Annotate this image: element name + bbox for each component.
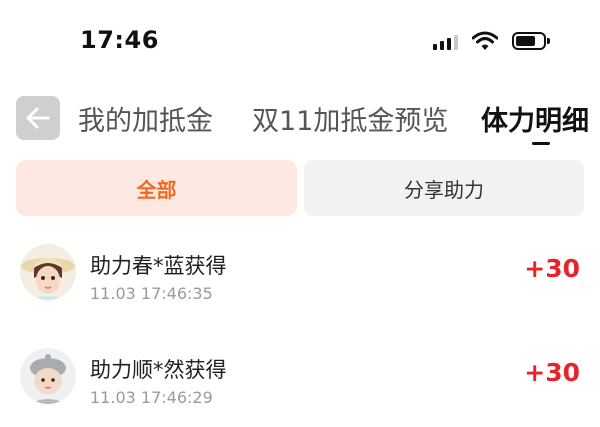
record-points: +30 xyxy=(524,358,580,387)
status-icons xyxy=(433,30,550,52)
record-name: 助力顺*然获得 xyxy=(90,358,227,382)
filter-all-button[interactable]: 全部 xyxy=(16,160,297,216)
cellular-signal-icon xyxy=(433,32,458,50)
wifi-icon xyxy=(472,31,498,50)
tab-stamina-details[interactable]: 体力明细 xyxy=(481,99,589,138)
active-tab-indicator xyxy=(532,142,550,145)
record-name: 助力春*蓝获得 xyxy=(90,254,227,278)
list-item: 助力顺*然获得 11.03 17:46:29 +30 xyxy=(0,344,600,414)
list-item: 助力春*蓝获得 11.03 17:46:35 +30 xyxy=(0,240,600,310)
filter-share-assist-button[interactable]: 分享助力 xyxy=(304,160,584,216)
status-bar: 17:46 xyxy=(0,0,600,80)
tab-double11-preview[interactable]: 双11加抵金预览 xyxy=(252,99,448,138)
battery-icon xyxy=(512,32,550,50)
avatar xyxy=(20,348,76,404)
back-arrow-icon xyxy=(26,107,50,129)
record-points: +30 xyxy=(524,254,580,283)
top-nav: 我的加抵金 双11加抵金预览 体力明细 xyxy=(0,90,600,146)
status-time: 17:46 xyxy=(80,26,159,54)
record-datetime: 11.03 17:46:29 xyxy=(90,388,213,407)
avatar xyxy=(20,244,76,300)
tab-my-deduction[interactable]: 我的加抵金 xyxy=(78,99,213,138)
back-button[interactable] xyxy=(16,96,60,140)
record-datetime: 11.03 17:46:35 xyxy=(90,284,213,303)
